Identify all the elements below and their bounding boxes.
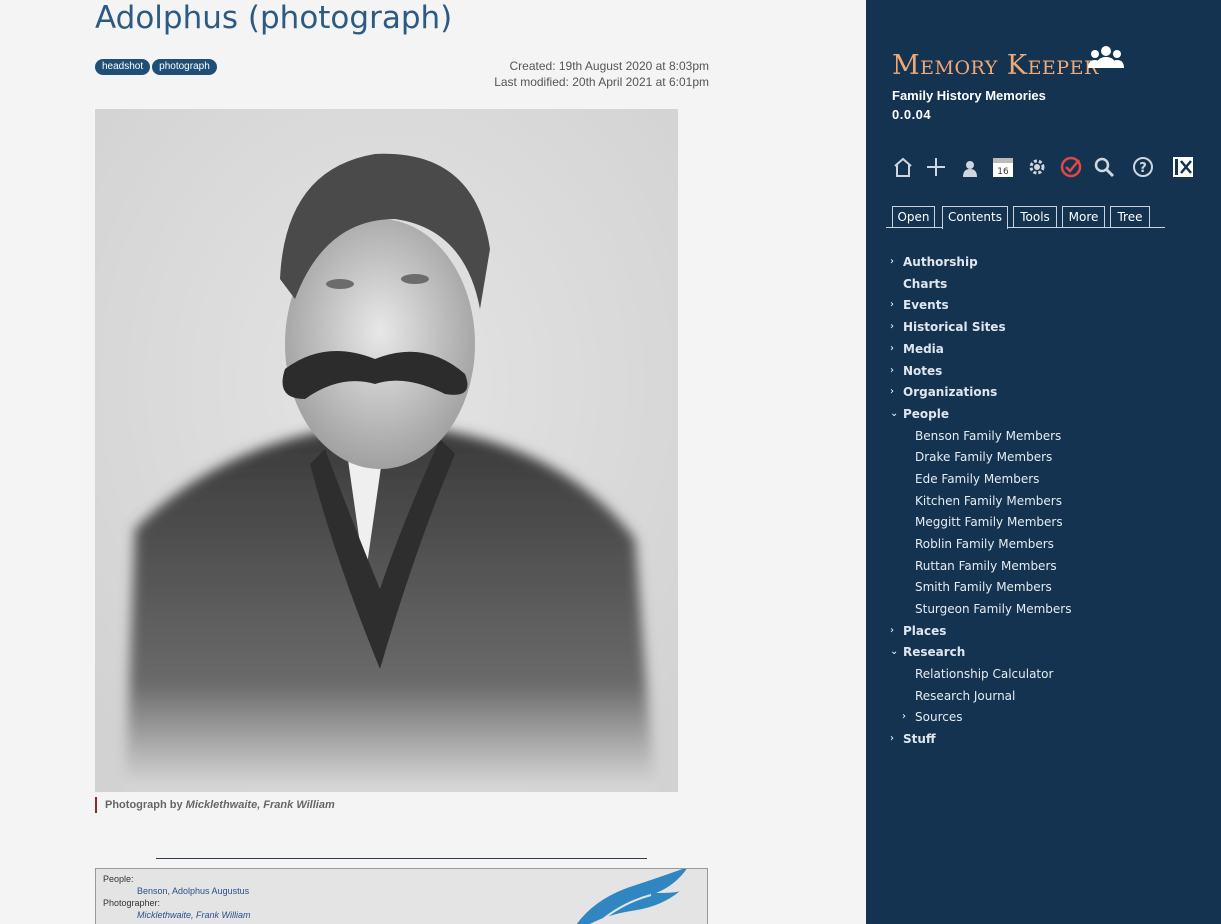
plus-icon[interactable]	[923, 154, 949, 180]
main-content: Adolphus (photograph) headshot photograp…	[0, 0, 866, 924]
chevron-down-icon[interactable]: ⌄	[890, 404, 900, 424]
app-version: 0.0.04	[892, 107, 932, 122]
tree-item-label: Organizations	[903, 385, 998, 399]
tree-item-label: Kitchen Family Members	[915, 494, 1062, 508]
tree-item-label: Roblin Family Members	[915, 537, 1054, 551]
tag-photograph[interactable]: photograph	[152, 59, 217, 75]
app-subtitle: Family History Memories	[892, 88, 1046, 103]
portrait-photo[interactable]	[95, 109, 678, 792]
tree-item-label: Sources	[915, 710, 963, 724]
tree-item-label: Drake Family Members	[915, 450, 1053, 464]
chevron-right-icon[interactable]: ›	[890, 317, 900, 337]
page-title: Adolphus (photograph)	[95, 0, 453, 36]
calendar-icon[interactable]: 16	[990, 154, 1016, 180]
tree-item-label: Benson Family Members	[915, 429, 1062, 443]
chevron-right-icon[interactable]: ›	[890, 252, 900, 272]
gear-icon[interactable]	[1024, 154, 1050, 180]
svg-text:?: ?	[1139, 161, 1147, 176]
tree-item-label: Meggitt Family Members	[915, 515, 1063, 529]
people-label: People:	[103, 874, 134, 884]
tree-item-label: Authorship	[903, 255, 978, 269]
people-link[interactable]: Benson, Adolphus Augustus	[137, 886, 249, 896]
tab-contents[interactable]: Contents	[942, 206, 1008, 229]
tree-item-label: Relationship Calculator	[915, 667, 1054, 681]
section-divider	[156, 858, 647, 859]
photo-caption: Photograph by Micklethwaite, Frank Willi…	[95, 797, 335, 813]
sidebar: Memory Keeper Family History Memories 0.…	[866, 0, 1221, 924]
photographer-label: Photographer:	[103, 898, 161, 908]
tree-item-label: Ede Family Members	[915, 472, 1040, 486]
tab-tree[interactable]: Tree	[1110, 206, 1150, 228]
calendar-day: 16	[997, 167, 1009, 177]
portrait-image	[95, 109, 678, 792]
tab-open[interactable]: Open	[892, 206, 935, 228]
tab-tools[interactable]: Tools	[1013, 206, 1057, 228]
chevron-right-icon[interactable]: ›	[890, 729, 900, 749]
tab-more[interactable]: More	[1062, 206, 1105, 228]
tree-item-label: Sturgeon Family Members	[915, 602, 1072, 616]
tree-item-label: Research	[903, 645, 966, 659]
chevron-right-icon[interactable]: ›	[890, 339, 900, 359]
app-title: Memory Keeper	[892, 50, 1099, 81]
search-icon[interactable]	[1091, 154, 1117, 180]
caption-prefix: Photograph by	[105, 799, 186, 811]
photographer-link[interactable]: Micklethwaite, Frank William	[137, 910, 250, 920]
tag-list: headshot photograph	[95, 59, 217, 75]
tree-item-label: Ruttan Family Members	[915, 559, 1057, 573]
chevron-down-icon[interactable]: ⌄	[890, 642, 900, 662]
tree-item-label: Research Journal	[915, 689, 1016, 703]
tree-item-label: Events	[903, 298, 949, 312]
tree-item-label: Charts	[903, 277, 948, 291]
feather-logo-icon	[576, 869, 687, 924]
info-box: People: Benson, Adolphus Augustus Photog…	[95, 868, 708, 924]
sidebar-tabs: Open Contents Tools More Tree	[886, 206, 1165, 229]
person-icon[interactable]	[957, 154, 983, 180]
tree-item-label: People	[903, 407, 950, 421]
close-panel-icon[interactable]	[1170, 154, 1196, 180]
tree-item-label: Notes	[903, 364, 943, 378]
tree-item-label: Historical Sites	[903, 320, 1006, 334]
modified-date: Last modified: 20th April 2021 at 6:01pm	[494, 75, 709, 89]
tree-item-label: Places	[903, 624, 947, 638]
chevron-right-icon[interactable]: ›	[890, 621, 900, 641]
created-date: Created: 19th August 2020 at 8:03pm	[509, 59, 709, 73]
tree-item-label: Smith Family Members	[915, 580, 1052, 594]
tag-headshot[interactable]: headshot	[95, 59, 151, 75]
tree-item-label: Stuff	[903, 732, 936, 746]
caption-author[interactable]: Micklethwaite, Frank William	[186, 799, 335, 811]
chevron-right-icon[interactable]: ›	[902, 707, 912, 727]
home-icon[interactable]	[890, 154, 916, 180]
chevron-right-icon[interactable]: ›	[890, 361, 900, 381]
timestamps: Created: 19th August 2020 at 8:03pm Last…	[494, 58, 709, 90]
family-group-icon	[1088, 46, 1124, 68]
tree-item-label: Media	[903, 342, 944, 356]
chevron-right-icon[interactable]: ›	[890, 295, 900, 315]
check-icon[interactable]	[1058, 154, 1084, 180]
help-icon[interactable]: ?	[1130, 154, 1156, 180]
chevron-right-icon[interactable]: ›	[890, 382, 900, 402]
